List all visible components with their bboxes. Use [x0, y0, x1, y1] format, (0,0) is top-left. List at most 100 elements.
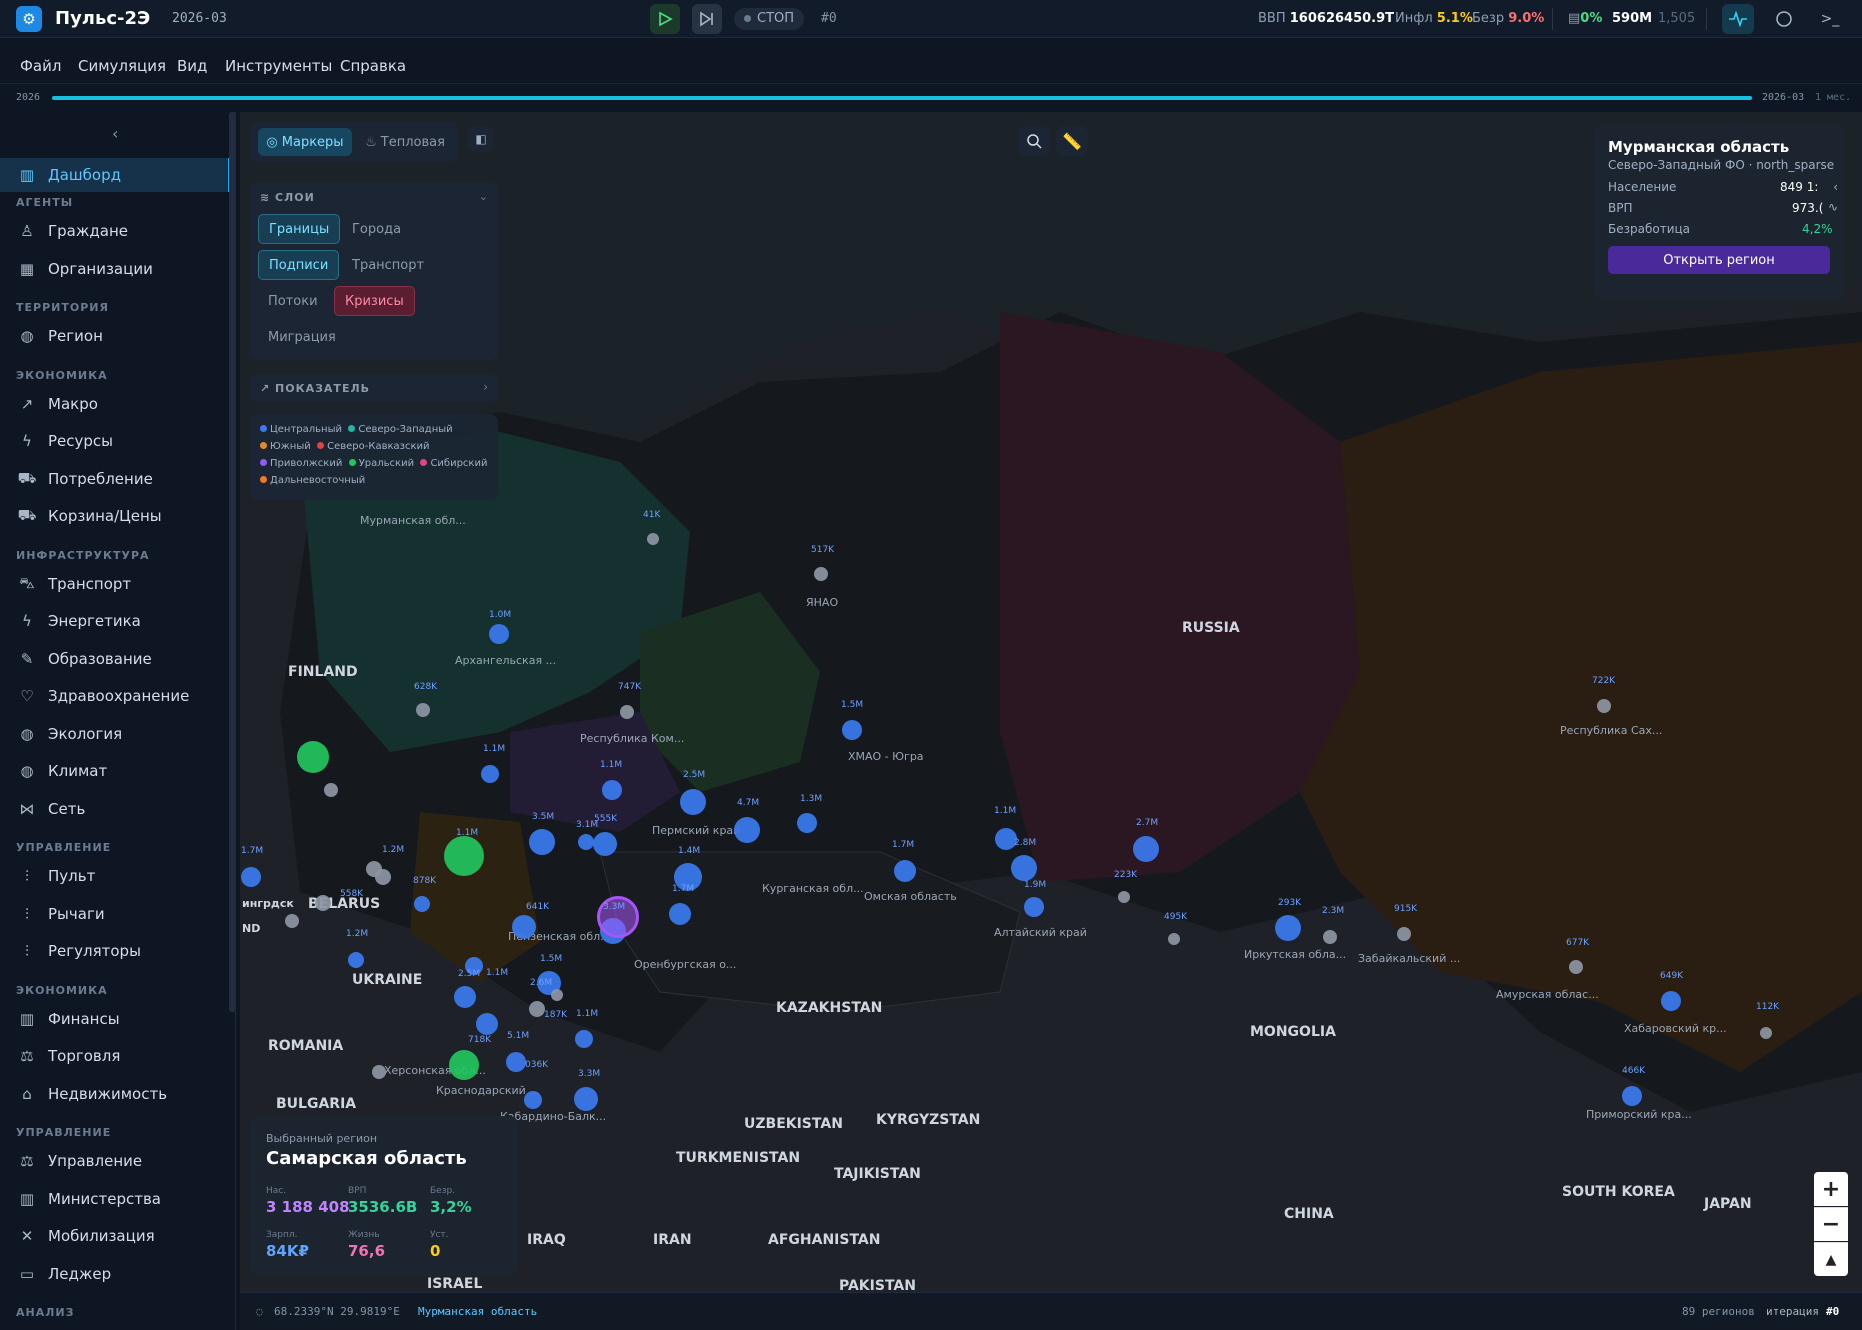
- region-marker[interactable]: [506, 1052, 526, 1072]
- region-marker[interactable]: [1011, 855, 1037, 881]
- region-marker[interactable]: [529, 1001, 545, 1017]
- sidebar-scrollbar[interactable]: [229, 112, 235, 1012]
- sidebar-item[interactable]: ⫶ Регуляторы: [0, 934, 230, 968]
- region-marker[interactable]: [416, 703, 430, 717]
- menu-help[interactable]: Справка: [340, 57, 406, 75]
- sidebar-item[interactable]: ⚖ Торговля: [0, 1039, 230, 1073]
- sidebar-item[interactable]: ♙ Граждане: [0, 214, 230, 248]
- region-marker[interactable]: [1622, 1086, 1642, 1106]
- chip-migration[interactable]: Миграция: [258, 322, 346, 352]
- sidebar-item[interactable]: ♡ Здравоохранение: [0, 679, 230, 713]
- region-marker[interactable]: [842, 720, 862, 740]
- region-marker[interactable]: [1168, 933, 1180, 945]
- region-marker[interactable]: [894, 860, 916, 882]
- sidebar-item[interactable]: ⛟ Потребление: [0, 462, 230, 496]
- markers-toggle[interactable]: ◎ Маркеры: [258, 128, 352, 156]
- menu-simulation[interactable]: Симуляция: [78, 57, 166, 75]
- collapse-sidebar-icon[interactable]: ‹: [112, 124, 118, 143]
- region-marker[interactable]: [489, 624, 509, 644]
- region-marker[interactable]: [449, 1050, 479, 1080]
- chevron-left-icon[interactable]: ‹: [1833, 180, 1838, 194]
- sidebar-item[interactable]: ◍ Климат: [0, 754, 230, 788]
- zoom-in-button[interactable]: +: [1814, 1172, 1848, 1206]
- chip-flows[interactable]: Потоки: [258, 286, 328, 316]
- sidebar-item[interactable]: ϟ Энергетика: [0, 604, 230, 638]
- region-marker[interactable]: [297, 741, 329, 773]
- region-marker[interactable]: [285, 914, 299, 928]
- sidebar-item[interactable]: ⫶ Рычаги: [0, 897, 230, 931]
- region-marker[interactable]: [529, 829, 555, 855]
- region-marker[interactable]: [476, 1013, 498, 1035]
- collapse-panel-button[interactable]: ◧: [468, 126, 494, 152]
- region-marker[interactable]: [348, 952, 364, 968]
- region-marker[interactable]: [647, 533, 659, 545]
- sidebar-item[interactable]: ▥ Финансы: [0, 1002, 230, 1036]
- region-marker[interactable]: [1661, 991, 1681, 1011]
- region-marker[interactable]: [414, 896, 430, 912]
- sidebar-item[interactable]: ⚖ Управление: [0, 1144, 230, 1178]
- indicator-panel[interactable]: ↗ ПОКАЗАТЕЛЬ ›: [250, 374, 498, 402]
- sidebar-item[interactable]: ✎ Образование: [0, 642, 230, 676]
- chip-labels[interactable]: Подписи: [258, 250, 340, 280]
- console-button[interactable]: >_: [1814, 4, 1846, 34]
- region-marker[interactable]: [324, 783, 338, 797]
- chip-transport[interactable]: Транспорт: [342, 250, 434, 280]
- sidebar-item[interactable]: ⌂ Недвижимость: [0, 1077, 230, 1111]
- map-search-button[interactable]: [1018, 126, 1050, 156]
- region-marker[interactable]: [574, 1087, 598, 1111]
- region-marker[interactable]: [1118, 891, 1130, 903]
- region-marker[interactable]: [1275, 915, 1301, 941]
- chat-button[interactable]: [1768, 4, 1800, 34]
- region-marker[interactable]: [680, 789, 706, 815]
- region-marker[interactable]: [602, 780, 622, 800]
- region-marker[interactable]: [241, 867, 261, 887]
- region-marker[interactable]: [366, 861, 382, 877]
- reset-bearing-button[interactable]: ▲: [1814, 1242, 1848, 1276]
- region-marker[interactable]: [1760, 1027, 1772, 1039]
- step-button[interactable]: [692, 4, 722, 34]
- region-marker[interactable]: [620, 705, 634, 719]
- region-marker[interactable]: [512, 915, 536, 939]
- region-marker[interactable]: [814, 567, 828, 581]
- region-marker[interactable]: [593, 832, 617, 856]
- timeline-progress[interactable]: [52, 96, 1752, 100]
- region-marker[interactable]: [551, 989, 563, 1001]
- region-marker[interactable]: [575, 1030, 593, 1048]
- region-marker[interactable]: [1597, 699, 1611, 713]
- region-marker[interactable]: [734, 817, 760, 843]
- region-marker[interactable]: [481, 765, 499, 783]
- region-marker[interactable]: [524, 1091, 542, 1109]
- region-marker[interactable]: [1397, 927, 1411, 941]
- sidebar-item[interactable]: ▥ Министерства: [0, 1182, 230, 1216]
- region-marker[interactable]: [372, 1065, 386, 1079]
- region-marker[interactable]: [1024, 897, 1044, 917]
- region-marker[interactable]: [1133, 836, 1159, 862]
- region-marker[interactable]: [454, 986, 476, 1008]
- region-marker[interactable]: [1569, 960, 1583, 974]
- map-area[interactable]: ◎ Маркеры ♨ Тепловая ◧ 📏 ≋ СЛОИ ⌄ Границы …: [240, 112, 1862, 1292]
- chip-borders[interactable]: Границы: [258, 214, 341, 244]
- play-button[interactable]: [650, 4, 680, 34]
- open-region-button[interactable]: Открыть регион: [1608, 246, 1830, 274]
- region-marker[interactable]: [444, 836, 484, 876]
- heatmap-toggle[interactable]: ♨ Тепловая: [358, 128, 452, 156]
- region-marker[interactable]: [797, 813, 817, 833]
- sidebar-item[interactable]: ✕ Мобилизация: [0, 1219, 230, 1253]
- region-marker[interactable]: [1323, 930, 1337, 944]
- sidebar-item[interactable]: ◍ Регион: [0, 319, 230, 353]
- chevron-down-icon[interactable]: ⌄: [479, 190, 488, 203]
- region-marker[interactable]: [578, 834, 594, 850]
- pulse-button[interactable]: [1722, 4, 1754, 34]
- zoom-out-button[interactable]: −: [1814, 1207, 1848, 1241]
- menu-view[interactable]: Вид: [177, 57, 207, 75]
- region-marker[interactable]: [315, 895, 331, 911]
- sidebar-item[interactable]: ⛍ Транспорт: [0, 567, 230, 601]
- sidebar-item[interactable]: ↗ Макро: [0, 387, 230, 421]
- chip-cities[interactable]: Города: [342, 214, 411, 244]
- chip-crises[interactable]: Кризисы: [334, 286, 415, 316]
- sidebar-item[interactable]: ⫶ Пульт: [0, 859, 230, 893]
- sidebar-item[interactable]: ⛟ Корзина/Цены: [0, 499, 230, 533]
- sidebar-item[interactable]: ◍ Экология: [0, 717, 230, 751]
- sidebar-item[interactable]: ▦ Организации: [0, 252, 230, 286]
- measure-button[interactable]: 📏: [1056, 126, 1088, 156]
